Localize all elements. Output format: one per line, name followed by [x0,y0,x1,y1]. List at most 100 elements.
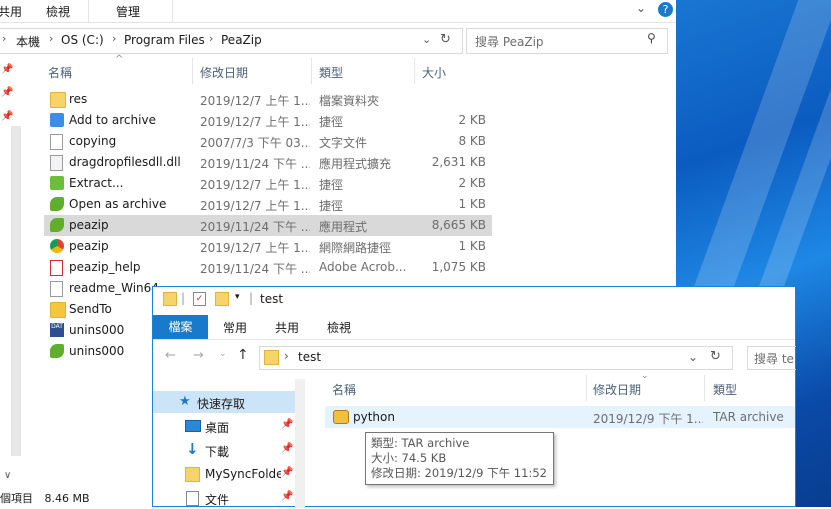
divider: | [181,291,186,305]
nav-mysyncfolder[interactable]: MySyncFolde 📌 [153,463,295,485]
chevron-right-icon: › [284,349,289,363]
address-bar[interactable]: › 本機 › OS (C:) › Program Files › PeaZip … [0,28,463,54]
refresh-icon[interactable]: ↻ [440,32,451,47]
file-row[interactable]: res 2019/12/7 上午 1... 檔案資料夾 [44,89,492,110]
status-bar: 個項目 8.46 MB [0,490,90,506]
search-input[interactable]: 搜尋 te [747,346,796,370]
col-name[interactable]: 名稱 [48,64,72,81]
download-icon: ↓ [186,440,199,458]
file-row[interactable]: Open as archive 2019/12/7 上午 1... 捷徑 1 K… [44,194,492,215]
tooltip-size: 大小: 74.5 KB [371,451,447,465]
col-type[interactable]: 類型 [319,64,343,81]
tab-home[interactable]: 常用 [223,319,247,336]
file-row[interactable]: Add to archive 2019/12/7 上午 1... 捷徑 2 KB [44,110,492,131]
pin-icon[interactable]: 📌 [281,419,293,430]
documents-icon [186,491,199,506]
col-name[interactable]: 名稱 [332,381,356,398]
file-name: python [353,410,395,424]
dat-file-icon: DAT [50,323,64,337]
file-row[interactable]: readme_Win64 [44,278,159,299]
peazip-app-icon [50,218,64,232]
breadcrumb-os-c[interactable]: OS (C:) [61,33,104,47]
pin-icon: 📌 [1,64,14,75]
tab-manage[interactable]: 管理 [116,3,140,20]
col-date[interactable]: 修改日期 [200,64,248,81]
tab-view[interactable]: 檢視 [327,319,351,336]
search-input[interactable]: 搜尋 PeaZip ⚲ [466,28,668,54]
properties-icon[interactable]: ✓ [193,292,206,306]
tab-view[interactable]: 檢視 [46,3,70,20]
pin-icon[interactable]: 📌 [281,467,293,478]
breadcrumb-program-files[interactable]: Program Files [124,33,205,47]
tab-share[interactable]: 共用 [0,3,22,20]
col-size[interactable]: 大小 [422,64,446,81]
search-placeholder: 搜尋 te [754,352,794,366]
nav-downloads[interactable]: ↓ 下載 📌 [153,439,295,461]
folder-icon [163,292,177,306]
file-row[interactable]: dragdropfilesdll.dll 2019/11/24 下午 ... 應… [44,152,492,173]
shortcut-add-icon [50,113,64,127]
nav-quick-access[interactable]: ★ 快速存取 [153,391,295,413]
nav-desktop[interactable]: 桌面 📌 [153,415,295,437]
tooltip-date: 修改日期: 2019/12/9 下午 11:52 [371,466,547,480]
breadcrumb-peazip[interactable]: PeaZip [221,33,262,47]
text-file-icon [50,281,63,297]
status-item-count: 個項目 [0,492,33,505]
forward-arrow-icon[interactable]: → [193,348,204,363]
back-arrow-icon[interactable]: ← [165,348,176,363]
pin-icon: 📌 [1,111,14,122]
file-date: 2019/12/9 下午 1... [593,412,703,426]
file-row-hover[interactable]: python 2019/12/9 下午 1... TAR archive [325,406,795,428]
chevron-down-icon[interactable]: ⌄ [422,33,431,46]
ribbon-collapse-icon[interactable]: ⌄ [636,1,646,15]
tooltip-type: 類型: TAR archive [371,436,470,450]
desktop-icon [185,420,201,432]
text-file-icon [50,134,63,150]
file-type: TAR archive [713,410,784,424]
quick-access-dropdown-icon[interactable]: ▾ [235,292,240,302]
file-row[interactable]: SendTo [44,299,144,320]
file-row[interactable]: Extract... 2019/12/7 上午 1... 捷徑 2 KB [44,173,492,194]
help-icon[interactable]: ? [658,2,673,17]
ribbon-tabs: 檔案 常用 共用 檢視 [153,315,795,340]
folder-icon [50,92,66,108]
ribbon-tabs: 共用 檢視 管理 ⌄ ? [0,0,676,23]
chevron-right-icon: › [49,32,54,45]
shortcut-extract-icon [50,176,64,190]
file-row[interactable]: unins000 [44,341,144,362]
tab-file[interactable]: 檔案 [153,315,208,339]
nav-scrollbar[interactable] [11,126,21,456]
sort-up-icon: ^ [115,54,124,65]
refresh-icon[interactable]: ↻ [710,349,721,364]
file-row[interactable]: DAT unins000 [44,320,144,341]
chevron-down-icon[interactable]: ⌄ [688,350,698,364]
address-bar[interactable]: › test ⌄ ↻ [259,346,733,370]
scroll-down-icon[interactable]: ∨ [4,470,11,481]
pin-icon[interactable]: 📌 [281,443,293,454]
col-type[interactable]: 類型 [713,381,737,398]
folder-icon [185,467,200,482]
chevron-right-icon: › [112,32,117,45]
tab-share[interactable]: 共用 [275,319,299,336]
nav-documents[interactable]: 文件 📌 [153,487,295,509]
file-row[interactable]: peazip 2019/12/7 上午 1... 網際網路捷徑 1 KB [44,236,492,257]
sendto-icon [50,302,66,318]
divider: | [249,291,254,305]
file-row[interactable]: copying 2007/7/3 下午 03... 文字文件 8 KB [44,131,492,152]
breadcrumb-test[interactable]: test [298,350,321,364]
up-arrow-icon[interactable]: ↑ [237,347,249,363]
file-row[interactable]: peazip_help 2019/11/24 下午 ... Adobe Acro… [44,257,492,278]
navigation-pane: ★ 快速存取 桌面 📌 ↓ 下載 📌 MySyncFolde 📌 文件 📌 [153,379,295,508]
pin-icon[interactable]: 📌 [281,491,293,502]
recent-dropdown-icon[interactable]: ⌄ [219,349,227,359]
file-row-selected[interactable]: peazip 2019/11/24 下午 ... 應用程式 8,665 KB [44,215,492,236]
new-folder-icon[interactable] [215,292,229,306]
dll-file-icon [50,155,63,171]
shortcut-peazip-icon [50,197,64,211]
breadcrumb-this-pc[interactable]: 本機 [16,33,40,50]
nav-scrollbar[interactable] [295,379,305,508]
star-icon: ★ [179,394,191,409]
chevron-right-icon: › [2,32,7,45]
chevron-right-icon: › [209,32,214,45]
col-date[interactable]: 修改日期 [593,381,641,398]
